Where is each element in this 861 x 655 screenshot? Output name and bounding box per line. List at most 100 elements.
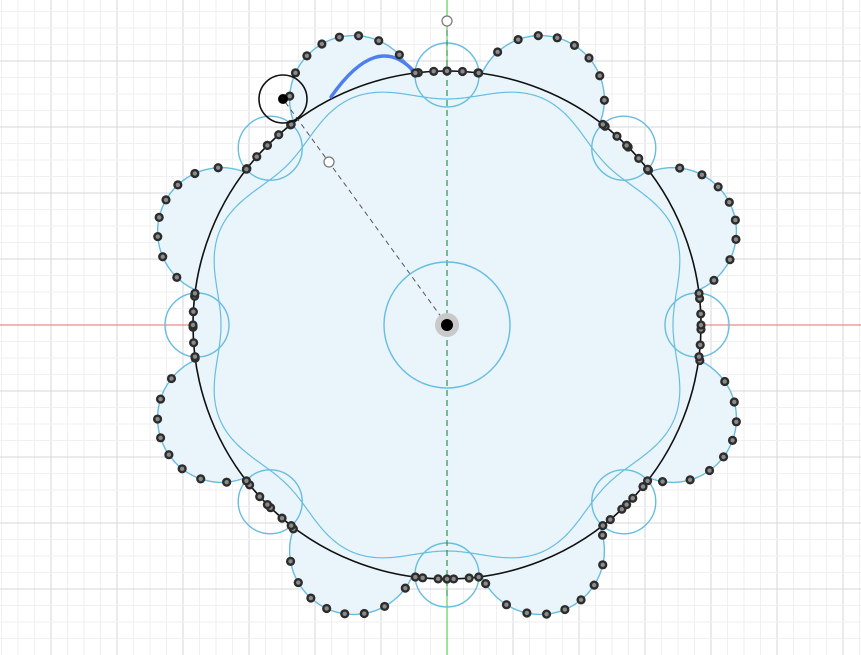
drag-point-icon[interactable] xyxy=(278,94,288,104)
sketch-point-icon[interactable] xyxy=(493,47,503,57)
sketch-point-icon[interactable] xyxy=(598,520,608,531)
sketch-point-icon[interactable] xyxy=(725,255,735,265)
sketch-point-icon[interactable] xyxy=(696,309,706,319)
sketch-point-icon[interactable] xyxy=(340,609,350,619)
sketch-point-icon[interactable] xyxy=(599,95,609,105)
sketch-point-icon[interactable] xyxy=(410,572,420,582)
sketch-point-icon[interactable] xyxy=(697,170,707,180)
sketch-point-icon[interactable] xyxy=(598,119,608,130)
sketch-point-icon[interactable] xyxy=(704,465,715,476)
sketch-point-icon[interactable] xyxy=(622,500,632,510)
sketch-point-icon[interactable] xyxy=(252,152,262,162)
sketch-point-icon[interactable] xyxy=(589,580,599,590)
sketch-point-icon[interactable] xyxy=(410,68,420,78)
sketch-point-icon[interactable] xyxy=(188,307,198,317)
sketch-point-icon[interactable] xyxy=(642,476,653,486)
sketch-point-icon[interactable] xyxy=(286,520,296,531)
sketch-point-icon[interactable] xyxy=(481,579,491,589)
sketch-point-icon[interactable] xyxy=(173,180,183,190)
sketch-point-icon[interactable] xyxy=(501,600,512,610)
sketch-point-icon[interactable] xyxy=(595,71,605,81)
sketch-point-icon[interactable] xyxy=(730,215,740,225)
sketch-point-icon[interactable] xyxy=(729,397,739,407)
sketch-point-icon[interactable] xyxy=(533,31,543,41)
sketch-point-icon[interactable] xyxy=(731,417,741,427)
sketch-point-icon[interactable] xyxy=(597,530,608,540)
sketch-point-icon[interactable] xyxy=(306,593,316,603)
constraint-handle-icon[interactable] xyxy=(323,156,335,168)
sketch-point-icon[interactable] xyxy=(334,32,344,42)
sketch-point-icon[interactable] xyxy=(541,609,552,619)
sketch-point-icon[interactable] xyxy=(713,182,723,192)
sketch-point-icon[interactable] xyxy=(634,153,644,163)
sketch-point-icon[interactable] xyxy=(522,608,532,618)
sketch-canvas[interactable] xyxy=(0,0,861,655)
sketch-point-icon[interactable] xyxy=(164,450,174,460)
sketch-point-icon[interactable] xyxy=(353,31,364,41)
sketch-point-icon[interactable] xyxy=(241,164,252,174)
sketch-point-icon[interactable] xyxy=(560,604,570,615)
sketch-point-icon[interactable] xyxy=(685,475,695,485)
sketch-point-icon[interactable] xyxy=(694,288,704,298)
sketch-point-icon[interactable] xyxy=(317,39,327,49)
sketch-point-icon[interactable] xyxy=(709,275,719,285)
sketch-point-icon[interactable] xyxy=(188,320,198,330)
sketch-point-icon[interactable] xyxy=(285,556,296,566)
sketch-point-icon[interactable] xyxy=(474,68,484,78)
sketch-point-icon[interactable] xyxy=(158,252,168,262)
sketch-point-icon[interactable] xyxy=(675,163,685,173)
sketch-point-icon[interactable] xyxy=(433,574,443,584)
sketch-point-icon[interactable] xyxy=(695,340,705,350)
sketch-point-icon[interactable] xyxy=(222,477,232,487)
sketch-point-icon[interactable] xyxy=(293,577,303,588)
sketch-point-icon[interactable] xyxy=(189,338,199,348)
sketch-point-icon[interactable] xyxy=(262,500,272,510)
sketch-point-icon[interactable] xyxy=(464,573,474,583)
sketch-point-icon[interactable] xyxy=(155,433,166,443)
sketch-point-icon[interactable] xyxy=(400,583,410,593)
sketch-point-icon[interactable] xyxy=(154,212,164,222)
sketch-point-icon[interactable] xyxy=(598,560,608,570)
origin-point-icon[interactable] xyxy=(441,319,453,331)
sketch-point-icon[interactable] xyxy=(155,394,166,404)
sketch-point-icon[interactable] xyxy=(720,376,730,387)
sketch-point-icon[interactable] xyxy=(442,574,452,584)
sketch-point-icon[interactable] xyxy=(152,414,163,424)
sketch-point-icon[interactable] xyxy=(322,603,332,614)
sketch-point-icon[interactable] xyxy=(196,474,206,484)
sketch-point-icon[interactable] xyxy=(612,131,622,141)
sketch-point-icon[interactable] xyxy=(569,40,580,50)
sketch-point-icon[interactable] xyxy=(724,197,734,207)
sketch-point-icon[interactable] xyxy=(513,34,523,45)
sketch-point-icon[interactable] xyxy=(255,491,265,502)
sketch-point-icon[interactable] xyxy=(177,464,187,474)
sketch-point-icon[interactable] xyxy=(727,435,738,445)
sketch-point-icon[interactable] xyxy=(584,53,594,63)
sketch-point-icon[interactable] xyxy=(166,373,177,384)
sketch-point-icon[interactable] xyxy=(718,452,729,462)
sketch-point-icon[interactable] xyxy=(429,66,439,76)
sketch-point-icon[interactable] xyxy=(576,595,586,605)
sketch-point-icon[interactable] xyxy=(241,476,252,486)
sketch-point-icon[interactable] xyxy=(190,168,200,179)
sketch-point-icon[interactable] xyxy=(302,51,312,61)
sketch-point-icon[interactable] xyxy=(380,601,390,612)
sketch-point-icon[interactable] xyxy=(694,352,704,362)
sketch-point-icon[interactable] xyxy=(161,195,171,205)
sketch-point-icon[interactable] xyxy=(622,140,632,150)
sketch-point-icon[interactable] xyxy=(442,66,452,76)
constraint-handle-icon[interactable] xyxy=(441,15,453,27)
sketch-point-icon[interactable] xyxy=(213,163,223,173)
sketch-point-icon[interactable] xyxy=(172,272,182,282)
sketch-point-icon[interactable] xyxy=(153,231,163,242)
sketch-point-icon[interactable] xyxy=(696,320,706,330)
sketch-point-icon[interactable] xyxy=(394,50,404,60)
sketch-point-icon[interactable] xyxy=(552,33,562,43)
sketch-point-icon[interactable] xyxy=(657,477,668,487)
sketch-point-icon[interactable] xyxy=(605,514,615,525)
sketch-point-icon[interactable] xyxy=(374,36,384,46)
sketch-point-icon[interactable] xyxy=(731,234,741,245)
sketch-point-icon[interactable] xyxy=(274,130,284,140)
sketch-point-icon[interactable] xyxy=(359,608,369,619)
sketch-point-icon[interactable] xyxy=(474,572,484,582)
